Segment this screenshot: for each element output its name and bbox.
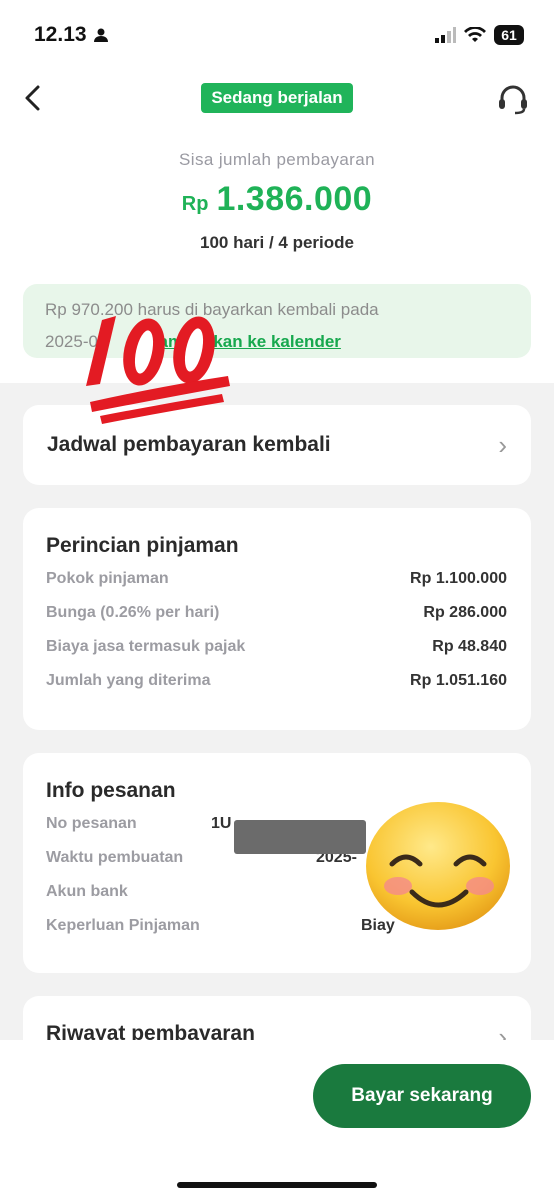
detail-value: Rp 1.100.000 — [410, 570, 507, 587]
top-bar: Sedang berjalan — [0, 70, 554, 130]
detail-value: Rp 48.840 — [432, 638, 507, 655]
detail-value: Rp 1.051.160 — [410, 672, 507, 689]
detail-label: Pokok pinjaman — [46, 570, 169, 587]
back-arrow-icon[interactable] — [20, 84, 48, 112]
battery-icon: 61 — [494, 25, 524, 45]
schedule-title: Jadwal pembayaran kembali — [47, 433, 331, 456]
status-indicators: 61 — [434, 25, 524, 45]
status-badge: Sedang berjalan — [201, 83, 353, 113]
period-text: 100 hari / 4 periode — [199, 233, 354, 252]
detail-label: Bunga (0.26% per hari) — [46, 604, 220, 621]
redaction-block — [234, 820, 366, 854]
order-label: Keperluan Pinjaman — [46, 917, 200, 934]
detail-row: Pokok pinjaman Rp 1.100.000 — [46, 570, 507, 592]
clock-text: 12.13 — [34, 23, 87, 46]
chevron-right-icon: › — [498, 429, 507, 460]
hundred-points-emoji-icon — [86, 316, 230, 424]
currency-label: Rp — [181, 193, 209, 215]
headset-support-icon[interactable] — [496, 82, 530, 116]
detail-row: Bunga (0.26% per hari) Rp 286.000 — [46, 604, 507, 626]
loan-details-card: Perincian pinjaman Pokok pinjaman Rp 1.1… — [23, 508, 531, 730]
detail-label: Jumlah yang diterima — [46, 672, 211, 689]
loan-details-title: Perincian pinjaman — [46, 534, 239, 557]
status-time: 12.13 — [34, 23, 109, 47]
person-icon — [93, 28, 108, 42]
payment-summary: Sisa jumlah pembayaran Rp 1.386.000 100 … — [0, 150, 554, 253]
bottom-action-bar: Bayar sekarang — [0, 1040, 554, 1200]
order-label: Akun bank — [46, 883, 128, 900]
smiling-face-emoji-icon — [366, 802, 510, 930]
remaining-label: Sisa jumlah pembayaran — [179, 150, 375, 169]
detail-row: Biaya jasa termasuk pajak Rp 48.840 — [46, 638, 507, 660]
detail-value: Rp 286.000 — [423, 604, 507, 621]
detail-label: Biaya jasa termasuk pajak — [46, 638, 246, 655]
remaining-amount: Rp 1.386.000 — [0, 180, 554, 219]
order-label: No pesanan — [46, 815, 137, 832]
detail-row: Jumlah yang diterima Rp 1.051.160 — [46, 672, 507, 694]
order-number-value: 1U — [211, 815, 232, 832]
signal-icon — [435, 27, 456, 43]
order-label: Waktu pembuatan — [46, 849, 184, 866]
wifi-icon — [464, 27, 486, 42]
home-indicator — [177, 1182, 377, 1188]
pay-now-button[interactable]: Bayar sekarang — [313, 1064, 531, 1128]
status-bar: 12.13 61 — [0, 0, 554, 70]
amount-value: 1.386.000 — [216, 180, 373, 218]
